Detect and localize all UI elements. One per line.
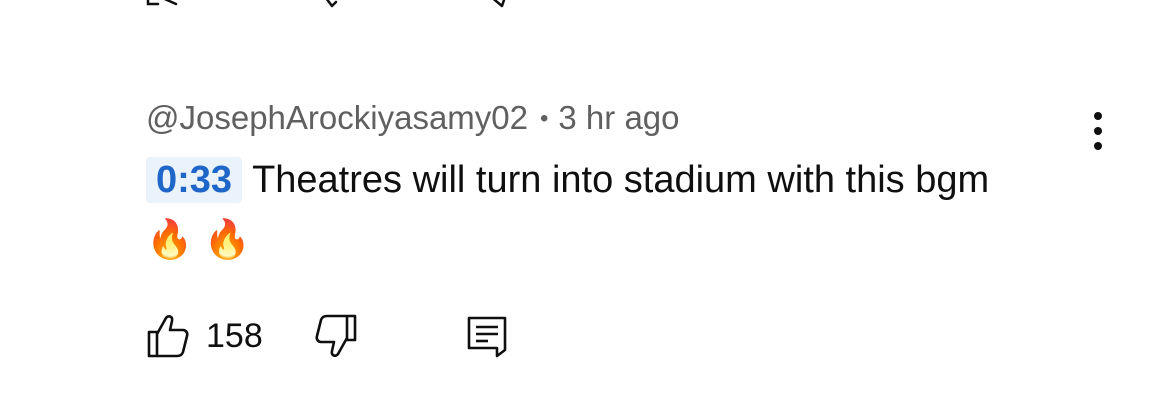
comment-header: @JosephArockiyasamy02 • 3 hr ago bbox=[146, 96, 1106, 140]
like-button[interactable] bbox=[146, 312, 190, 365]
meta-separator: • bbox=[540, 105, 549, 132]
reply-comment-icon[interactable] bbox=[482, 0, 522, 13]
comment-actions: 158 bbox=[146, 312, 546, 362]
like-count: 158 bbox=[206, 317, 263, 355]
comment-text: Theatres will turn into stadium with thi… bbox=[252, 159, 990, 201]
more-options-button[interactable] bbox=[1078, 104, 1118, 156]
dislike-button[interactable] bbox=[314, 312, 358, 365]
thumbs-down-icon[interactable] bbox=[316, 0, 356, 13]
more-vertical-icon bbox=[1094, 112, 1102, 150]
thumbs-up-icon[interactable] bbox=[146, 0, 186, 13]
reply-button[interactable] bbox=[466, 312, 510, 365]
previous-comment-actions bbox=[146, 0, 526, 8]
comment-body: 0:33 Theatres will turn into stadium with… bbox=[146, 150, 1046, 270]
reply-comment-icon bbox=[467, 316, 507, 358]
comment-author[interactable]: @JosephArockiyasamy02 bbox=[146, 99, 528, 136]
comment-thread: @JosephArockiyasamy02 • 3 hr ago 0:33 Theat… bbox=[0, 0, 1170, 416]
thumbs-up-icon bbox=[147, 315, 189, 358]
timestamp-link[interactable]: 0:33 bbox=[146, 157, 243, 203]
thumbs-down-icon bbox=[315, 314, 357, 357]
comment-time: 3 hr ago bbox=[558, 99, 680, 136]
fire-emoji: 🔥 🔥 bbox=[146, 219, 252, 261]
comment-meta: @JosephArockiyasamy02 • 3 hr ago bbox=[146, 96, 1106, 140]
